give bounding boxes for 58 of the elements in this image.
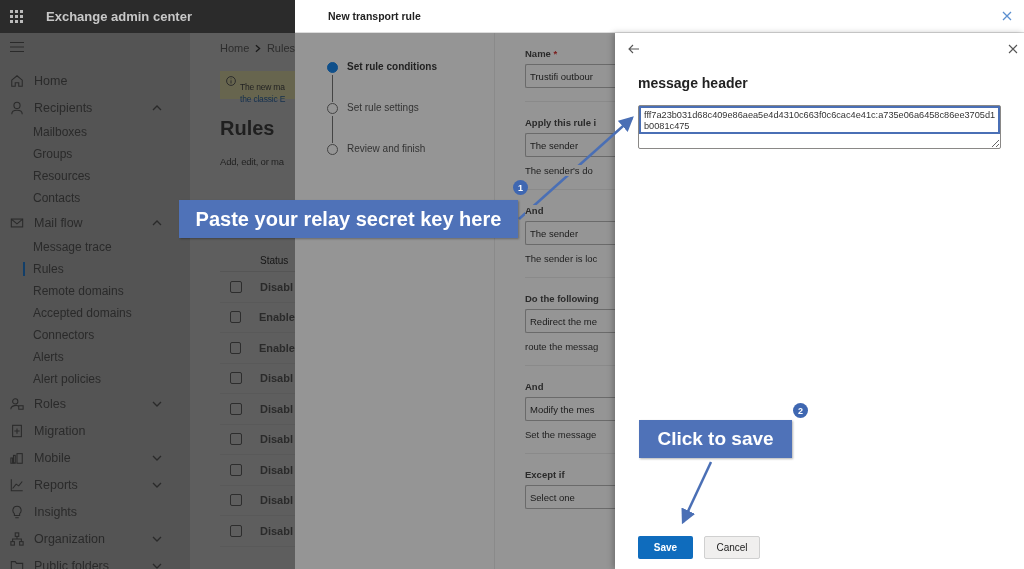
step-label[interactable]: Set rule settings (347, 102, 419, 113)
row-checkbox[interactable] (230, 494, 242, 507)
info-icon (226, 76, 236, 86)
save-button[interactable]: Save (638, 536, 693, 559)
chevron-icon[interactable] (152, 453, 162, 462)
nav-icon (10, 396, 24, 411)
field-label: Name (525, 48, 551, 59)
field-label: And (525, 205, 544, 216)
row-checkbox[interactable] (230, 341, 241, 354)
column-header[interactable]: Status (260, 255, 289, 266)
nav-icon (10, 531, 24, 546)
field-hint: The sender is loc (525, 253, 598, 264)
callout-arrow (681, 461, 713, 525)
nav-icon (10, 558, 24, 569)
menu-icon[interactable] (10, 41, 24, 53)
field-label: Do the following (525, 293, 599, 304)
field-hint: route the messag (525, 341, 599, 352)
chevron-icon[interactable] (152, 103, 162, 112)
step-label[interactable]: Review and finish (347, 143, 426, 154)
nav-icon (10, 423, 24, 438)
row-checkbox[interactable] (230, 402, 242, 415)
back-arrow-icon[interactable] (628, 44, 640, 54)
row-checkbox[interactable] (230, 280, 242, 293)
panel-title: New transport rule (328, 10, 422, 22)
field-label: Except if (525, 469, 565, 480)
header-value-field[interactable]: fff7a23b031d68c409e86aea5e4d4310c663f0c6cac4e41c:a735e06a6458c86ee3705d1b0081c475 (638, 105, 1001, 149)
row-checkbox[interactable] (230, 372, 242, 385)
nav-icon (10, 477, 24, 492)
field-hint: Set the message (525, 429, 597, 440)
nav-icon (10, 73, 24, 88)
chevron-icon[interactable] (152, 480, 162, 489)
step-label[interactable]: Set rule conditions (347, 61, 437, 72)
banner-link[interactable]: the classic E (240, 94, 286, 105)
row-checkbox[interactable] (230, 524, 242, 537)
row-checkbox[interactable] (230, 463, 242, 476)
page-title: Rules (220, 117, 276, 140)
close-icon[interactable] (1002, 11, 1012, 21)
field-label: Apply this rule i (525, 117, 597, 128)
chevron-icon[interactable] (152, 399, 162, 408)
nav-icon (10, 450, 24, 465)
chevron-icon[interactable] (152, 561, 162, 569)
nav-icon (10, 100, 24, 115)
row-checkbox[interactable] (230, 311, 241, 324)
app-launcher-icon[interactable] (10, 9, 24, 24)
chevron-icon (255, 43, 261, 53)
field-hint: The sender's do (525, 165, 593, 176)
chevron-icon[interactable] (152, 534, 162, 543)
nav-icon (10, 504, 24, 519)
close-icon[interactable] (1008, 44, 1018, 54)
row-checkbox[interactable] (230, 433, 242, 446)
flyout-title: message header (638, 75, 749, 91)
callout-label: Paste your relay secret key here (179, 200, 518, 238)
callout-label: Click to save (639, 420, 792, 458)
chevron-icon[interactable] (152, 218, 162, 227)
nav-icon (10, 215, 24, 230)
app-title: Exchange admin center (46, 9, 192, 24)
cancel-button[interactable]: Cancel (704, 536, 760, 559)
field-label: And (525, 381, 544, 392)
